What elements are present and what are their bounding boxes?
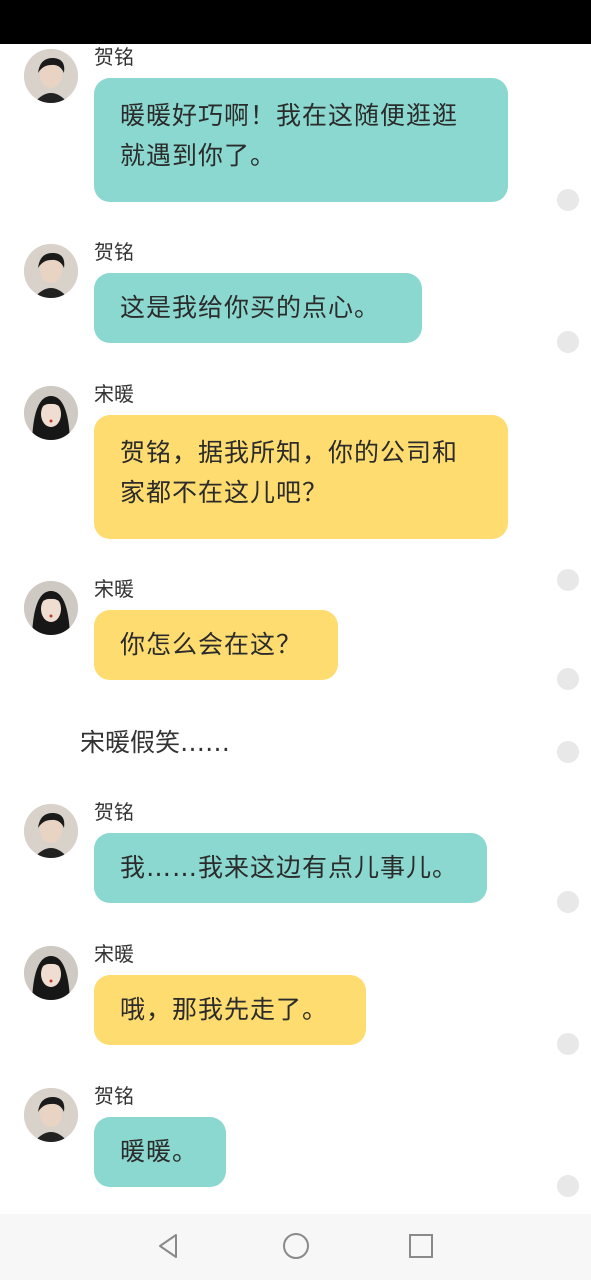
female-avatar-icon[interactable] [24, 581, 78, 635]
message-line: 暖暖好巧啊！我在这随便逛逛 [120, 101, 459, 130]
more-dot-icon[interactable] [557, 1033, 579, 1055]
message-line: 这是我给你买的点心。 [120, 293, 381, 322]
message-line: 我……我来这边有点儿事儿。 [120, 853, 459, 882]
sender-name: 宋暖 [94, 577, 134, 601]
message-bubble[interactable]: 暖暖好巧啊！我在这随便逛逛 就遇到你了。 [94, 78, 508, 202]
more-dot-icon[interactable] [557, 189, 579, 211]
more-dot-icon[interactable] [557, 668, 579, 690]
sender-name: 宋暖 [94, 942, 134, 966]
more-dot-icon[interactable] [557, 569, 579, 591]
sender-name: 贺铭 [94, 1084, 134, 1108]
sender-name: 宋暖 [94, 382, 134, 406]
message-bubble[interactable]: 我……我来这边有点儿事儿。 [94, 833, 487, 903]
sender-name: 贺铭 [94, 45, 134, 69]
more-dot-icon[interactable] [557, 891, 579, 913]
message-bubble[interactable]: 暖暖。 [94, 1117, 226, 1187]
message-line: 你怎么会在这？ [120, 630, 303, 659]
message-bubble[interactable]: 哦，那我先走了。 [94, 975, 366, 1045]
narration-text: 宋暖假笑…… [80, 728, 231, 757]
back-triangle-icon[interactable] [153, 1230, 185, 1262]
message-line: 哦，那我先走了。 [120, 995, 329, 1024]
male-avatar-icon[interactable] [24, 1088, 78, 1142]
recent-square-icon[interactable] [405, 1230, 437, 1262]
message-line: 家都不在这儿吧？ [120, 478, 329, 507]
message-line: 就遇到你了。 [120, 141, 277, 170]
more-dot-icon[interactable] [557, 331, 579, 353]
home-circle-icon[interactable] [280, 1230, 312, 1262]
female-avatar-icon[interactable] [24, 386, 78, 440]
message-line: 贺铭，据我所知，你的公司和 [120, 438, 459, 467]
more-dot-icon[interactable] [557, 1175, 579, 1197]
sender-name: 贺铭 [94, 800, 134, 824]
female-avatar-icon[interactable] [24, 946, 78, 1000]
message-bubble[interactable]: 你怎么会在这？ [94, 610, 338, 680]
message-bubble[interactable]: 贺铭，据我所知，你的公司和 家都不在这儿吧？ [94, 415, 508, 539]
message-bubble[interactable]: 这是我给你买的点心。 [94, 273, 422, 343]
sender-name: 贺铭 [94, 240, 134, 264]
more-dot-icon[interactable] [557, 741, 579, 763]
status-bar [0, 0, 591, 44]
male-avatar-icon[interactable] [24, 804, 78, 858]
navigation-bar [0, 1214, 591, 1280]
male-avatar-icon[interactable] [24, 49, 78, 103]
male-avatar-icon[interactable] [24, 244, 78, 298]
message-line: 暖暖。 [120, 1137, 199, 1166]
